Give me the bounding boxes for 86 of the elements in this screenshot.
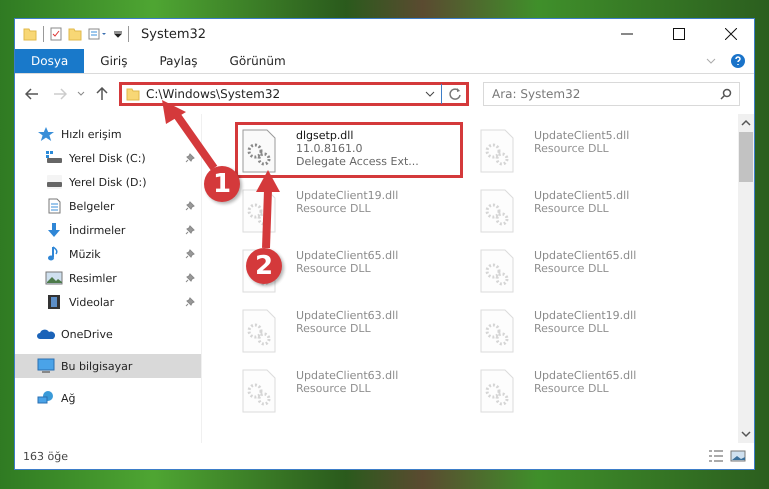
nav-item[interactable]: Hızlı erişim xyxy=(15,122,201,146)
star-icon xyxy=(37,126,55,142)
file-detail: Resource DLL xyxy=(534,202,610,215)
file-detail: Resource DLL xyxy=(296,202,372,215)
dll-file-icon xyxy=(480,309,514,353)
file-detail: Resource DLL xyxy=(296,262,372,275)
file-name: UpdateClient19.dll xyxy=(534,309,636,322)
file-name: UpdateClient65.dll xyxy=(534,369,636,382)
file-detail: 11.0.8161.0 xyxy=(296,142,364,155)
file-detail: Resource DLL xyxy=(296,382,372,395)
refresh-icon[interactable] xyxy=(448,87,462,101)
pin-icon[interactable] xyxy=(185,225,195,235)
dll-file-icon xyxy=(480,129,514,173)
file-name: UpdateClient65.dll xyxy=(296,249,398,262)
file-detail: Resource DLL xyxy=(534,382,610,395)
details-view-icon[interactable] xyxy=(708,449,724,463)
dll-file-icon xyxy=(480,249,514,293)
nav-item[interactable]: OneDrive xyxy=(15,322,201,346)
maximize-icon xyxy=(673,28,685,40)
ribbon-tab[interactable]: Görünüm xyxy=(214,49,302,73)
file-name: UpdateClient65.dll xyxy=(534,249,636,262)
up-arrow-icon xyxy=(96,87,108,101)
nav-item[interactable]: Ağ xyxy=(15,386,201,410)
item-count: 163 öğe xyxy=(23,450,69,462)
file-detail: Resource DLL xyxy=(534,142,610,155)
selected-file-frame[interactable]: dlgsetp.dll 11.0.8161.0 Delegate Access Ext... xyxy=(235,122,463,178)
nav-item[interactable]: Yerel Disk (C:) xyxy=(15,146,201,170)
file-name: UpdateClient19.dll xyxy=(296,189,398,202)
file-name: UpdateClient63.dll xyxy=(296,309,398,322)
file-detail: Resource DLL xyxy=(296,322,372,335)
nav-item[interactable]: Bu bilgisayar xyxy=(15,354,201,378)
close-icon xyxy=(725,28,737,40)
ribbon-tab[interactable]: Paylaş xyxy=(143,49,214,73)
pin-icon[interactable] xyxy=(185,273,195,283)
scroll-up-icon[interactable] xyxy=(741,118,751,128)
arrow xyxy=(162,100,218,170)
nav-item[interactable]: Resimler xyxy=(15,266,201,290)
pin-icon[interactable] xyxy=(185,297,195,307)
scroll-thumb[interactable] xyxy=(739,132,753,182)
new-folder-icon xyxy=(68,27,82,41)
file-name: dlgsetp.dll xyxy=(296,129,354,142)
file-detail: Resource DLL xyxy=(534,322,610,335)
nav-item[interactable]: Videolar xyxy=(15,290,201,314)
dll-file-icon xyxy=(480,369,514,413)
ribbon-tab[interactable]: Dosya xyxy=(15,49,84,73)
computer-icon xyxy=(37,358,55,374)
download-icon xyxy=(45,222,63,238)
pin-icon[interactable] xyxy=(185,201,195,211)
dll-file-icon xyxy=(480,189,514,233)
drive-icon xyxy=(45,150,63,166)
thumbnail-view-icon[interactable] xyxy=(730,449,746,463)
file-name: UpdateClient5.dll xyxy=(534,129,630,142)
back-arrow-icon xyxy=(25,88,39,100)
pin-icon[interactable] xyxy=(185,153,195,163)
folder-icon xyxy=(126,87,140,101)
dropdown-icon[interactable] xyxy=(425,90,435,98)
dll-file-icon xyxy=(242,309,276,353)
folder-icon xyxy=(23,27,37,41)
nav-item[interactable]: Yerel Disk (D:) xyxy=(15,170,201,194)
nav-item[interactable]: Müzik xyxy=(15,242,201,266)
file-detail: Resource DLL xyxy=(534,262,610,275)
scrollbar[interactable] xyxy=(738,114,754,443)
dll-file-icon xyxy=(242,189,276,233)
ribbon-tab[interactable]: Giriş xyxy=(84,49,144,73)
view-options-icon[interactable] xyxy=(88,28,108,40)
nav-item[interactable]: İndirmeler xyxy=(15,218,201,242)
search-icon xyxy=(720,88,732,100)
picture-icon xyxy=(45,270,63,286)
address-bar[interactable]: C:\Windows\System32 xyxy=(119,82,469,106)
film-icon xyxy=(45,294,63,310)
pin-icon[interactable] xyxy=(185,249,195,259)
recent-locations-icon[interactable] xyxy=(77,90,85,98)
window-title: System32 xyxy=(141,26,208,42)
forward-arrow-icon xyxy=(53,88,67,100)
dropdown-icon[interactable] xyxy=(114,30,122,38)
file-name: UpdateClient63.dll xyxy=(296,369,398,382)
search-field[interactable]: Ara: System32 xyxy=(483,82,740,106)
file-detail: Delegate Access Ext... xyxy=(296,155,419,168)
dll-file-icon xyxy=(242,369,276,413)
drive-icon xyxy=(45,174,63,190)
file-name: UpdateClient5.dll xyxy=(534,189,630,202)
dll-file-icon xyxy=(242,129,276,173)
network-icon xyxy=(37,390,55,406)
nav-item[interactable]: Belgeler xyxy=(15,194,201,218)
properties-icon[interactable] xyxy=(50,27,62,41)
scroll-down-icon[interactable] xyxy=(741,429,751,439)
